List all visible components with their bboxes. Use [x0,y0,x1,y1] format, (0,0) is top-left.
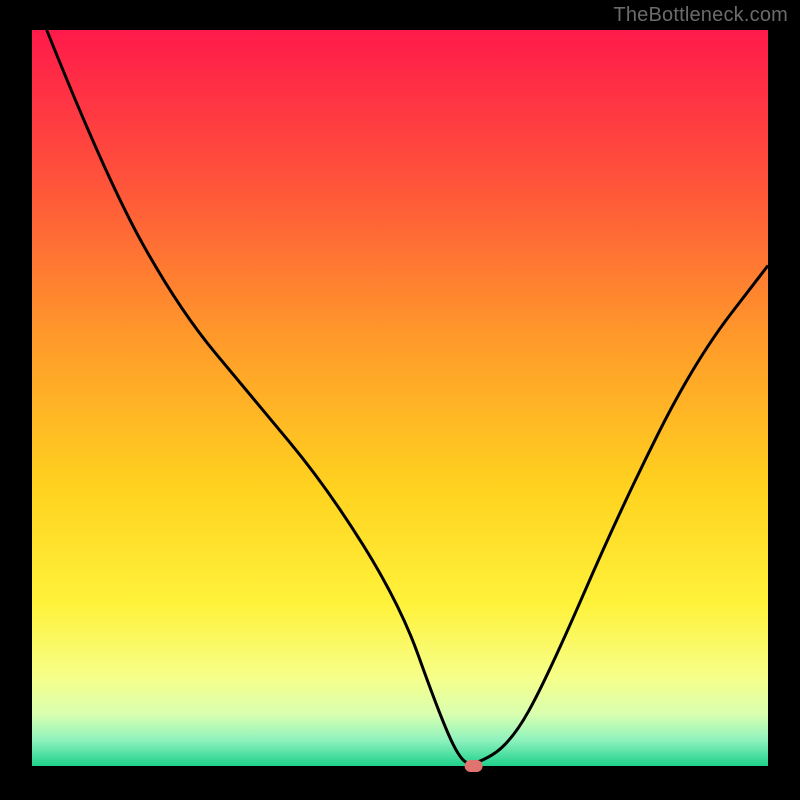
bottleneck-chart [0,0,800,800]
optimum-marker [465,760,483,772]
chart-frame: TheBottleneck.com [0,0,800,800]
plot-background [32,30,768,766]
